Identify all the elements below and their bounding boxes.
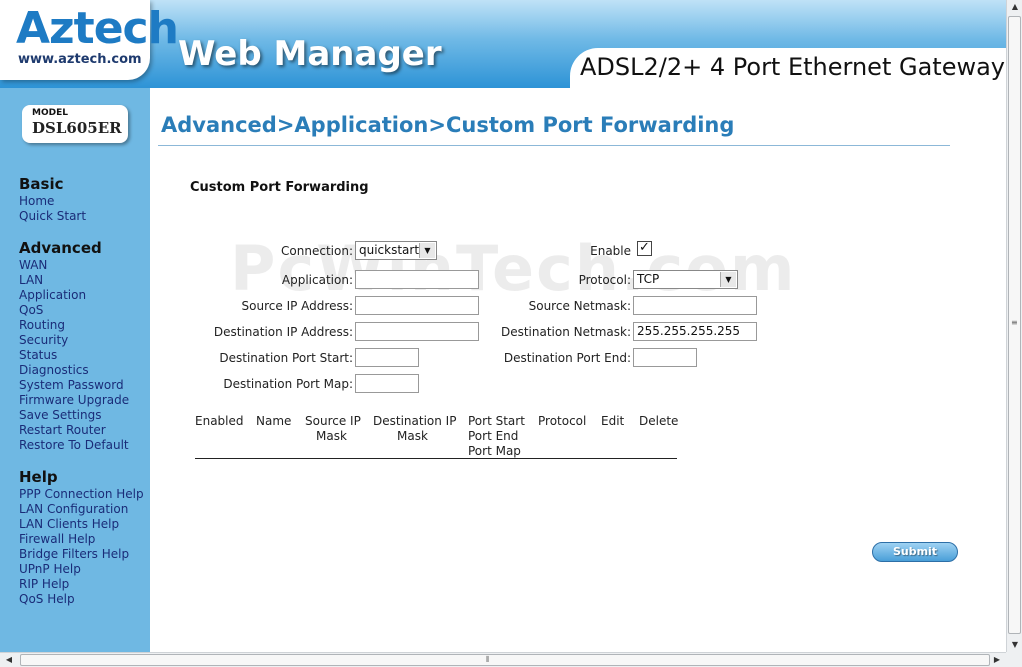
sidebar-item-diagnostics[interactable]: Diagnostics [19,363,129,378]
sidebar-item-system-password[interactable]: System Password [19,378,129,393]
source-ip-label: Source IP Address: [241,299,353,313]
product-name: ADSL2/2+ 4 Port Ethernet Gateway [580,53,1006,81]
connection-label: Connection: [281,244,353,258]
dest-port-map-input[interactable] [355,374,419,393]
sidebar-item-routing[interactable]: Routing [19,318,129,333]
sidebar-item-status[interactable]: Status [19,348,129,363]
chevron-down-icon: ▼ [720,272,736,287]
source-netmask-label: Source Netmask: [528,299,631,313]
col-dest-ip-line2: Mask [397,429,428,443]
enable-label: Enable [590,244,631,258]
sidebar-item-firmware-upgrade[interactable]: Firmware Upgrade [19,393,129,408]
nav-group-advanced: Advanced WAN LAN Application QoS Routing… [19,239,129,453]
sidebar-item-restart-router[interactable]: Restart Router [19,423,129,438]
connection-select[interactable]: quickstart ▼ [355,241,437,260]
sidebar-item-qos-help[interactable]: QoS Help [19,592,144,607]
horizontal-scrollbar[interactable]: ◀ ⦀ ▶ [0,652,1006,667]
sidebar-item-bridge-filters-help[interactable]: Bridge Filters Help [19,547,144,562]
model-badge: MODEL DSL605ER [22,105,128,143]
sidebar-item-qos[interactable]: QoS [19,303,129,318]
sidebar: MODEL DSL605ER Basic Home Quick Start Ad… [0,88,150,652]
protocol-label: Protocol: [578,273,631,287]
col-source-ip-line2: Mask [316,429,347,443]
model-name: DSL605ER [32,119,122,137]
col-source-ip: Source IP Mask [305,414,361,444]
page-title: Advanced>Application>Custom Port Forward… [161,113,735,137]
col-dest-ip: Destination IP Mask [373,414,456,444]
scrollbar-corner [1006,652,1022,667]
col-protocol: Protocol [538,414,587,428]
sidebar-item-lan-clients-help[interactable]: LAN Clients Help [19,517,144,532]
dest-ip-input[interactable] [355,322,479,341]
connection-value: quickstart [359,243,420,257]
sidebar-item-wan[interactable]: WAN [19,258,129,273]
col-edit: Edit [601,414,625,428]
col-dest-ip-line1: Destination IP [373,414,457,428]
col-enabled: Enabled [195,414,244,428]
arrow-right-icon[interactable]: ▶ [990,653,1004,666]
sidebar-item-firewall-help[interactable]: Firewall Help [19,532,144,547]
source-netmask-input[interactable] [633,296,757,315]
nav-title-advanced: Advanced [19,239,102,257]
submit-button[interactable]: Submit [872,542,958,562]
dest-netmask-input[interactable]: 255.255.255.255 [633,322,757,341]
sidebar-item-home[interactable]: Home [19,194,86,209]
dest-port-start-input[interactable] [355,348,419,367]
col-port-end: Port End [468,429,519,443]
nav-group-basic: Basic Home Quick Start [19,175,86,224]
sidebar-item-ppp-help[interactable]: PPP Connection Help [19,487,144,502]
chevron-down-icon: ▼ [419,243,435,258]
protocol-value: TCP [637,272,660,286]
header-banner: Aztech www.aztech.com Web Manager ADSL2/… [0,0,1006,88]
protocol-select[interactable]: TCP ▼ [633,270,738,289]
dest-ip-label: Destination IP Address: [213,325,353,339]
col-delete: Delete [639,414,679,428]
grip-icon: ≡ [1011,318,1018,327]
brand-url: www.aztech.com [18,52,142,67]
horizontal-scroll-thumb[interactable] [20,654,990,666]
application-label: Application: [281,273,353,287]
nav-title-help: Help [19,468,58,486]
app-title: Web Manager [178,34,442,74]
dest-netmask-label: Destination Netmask: [500,325,631,339]
sidebar-item-lan-config[interactable]: LAN Configuration [19,502,144,517]
arrow-left-icon[interactable]: ◀ [2,653,16,666]
nav-group-help: Help PPP Connection Help LAN Configurati… [19,468,144,607]
dest-port-map-label: Destination Port Map: [223,377,353,391]
title-divider [158,145,950,146]
dest-port-start-label: Destination Port Start: [219,351,353,365]
arrow-down-icon[interactable]: ▼ [1009,638,1021,652]
section-title: Custom Port Forwarding [190,180,369,195]
nav-title-basic: Basic [19,175,64,193]
col-ports: Port Start Port End Port Map [468,414,525,459]
enable-checkbox[interactable]: ✓ [637,241,652,256]
sidebar-item-application[interactable]: Application [19,288,129,303]
logo-panel: Aztech www.aztech.com [0,0,179,80]
brand-logo: Aztech [16,3,179,54]
watermark: PcWinTech.com [230,232,797,305]
sidebar-item-upnp-help[interactable]: UPnP Help [19,562,144,577]
sidebar-item-restore-default[interactable]: Restore To Default [19,438,129,453]
vertical-scrollbar[interactable]: ▲ ≡ ▼ [1006,0,1022,652]
col-source-ip-line1: Source IP [305,414,361,428]
table-divider [195,458,677,459]
col-port-start: Port Start [468,414,525,428]
col-name: Name [256,414,292,428]
sidebar-item-rip-help[interactable]: RIP Help [19,577,144,592]
dest-port-end-input[interactable] [633,348,697,367]
grip-icon: ⦀ [486,655,490,664]
sidebar-item-security[interactable]: Security [19,333,129,348]
checkmark-icon: ✓ [639,240,650,255]
arrow-up-icon[interactable]: ▲ [1009,0,1021,14]
model-label: MODEL [32,108,68,118]
sidebar-item-lan[interactable]: LAN [19,273,129,288]
dest-port-end-label: Destination Port End: [503,351,631,365]
sidebar-item-quick-start[interactable]: Quick Start [19,209,86,224]
sidebar-item-save-settings[interactable]: Save Settings [19,408,129,423]
source-ip-input[interactable] [355,296,479,315]
col-port-map: Port Map [468,444,521,458]
application-input[interactable] [355,270,479,289]
